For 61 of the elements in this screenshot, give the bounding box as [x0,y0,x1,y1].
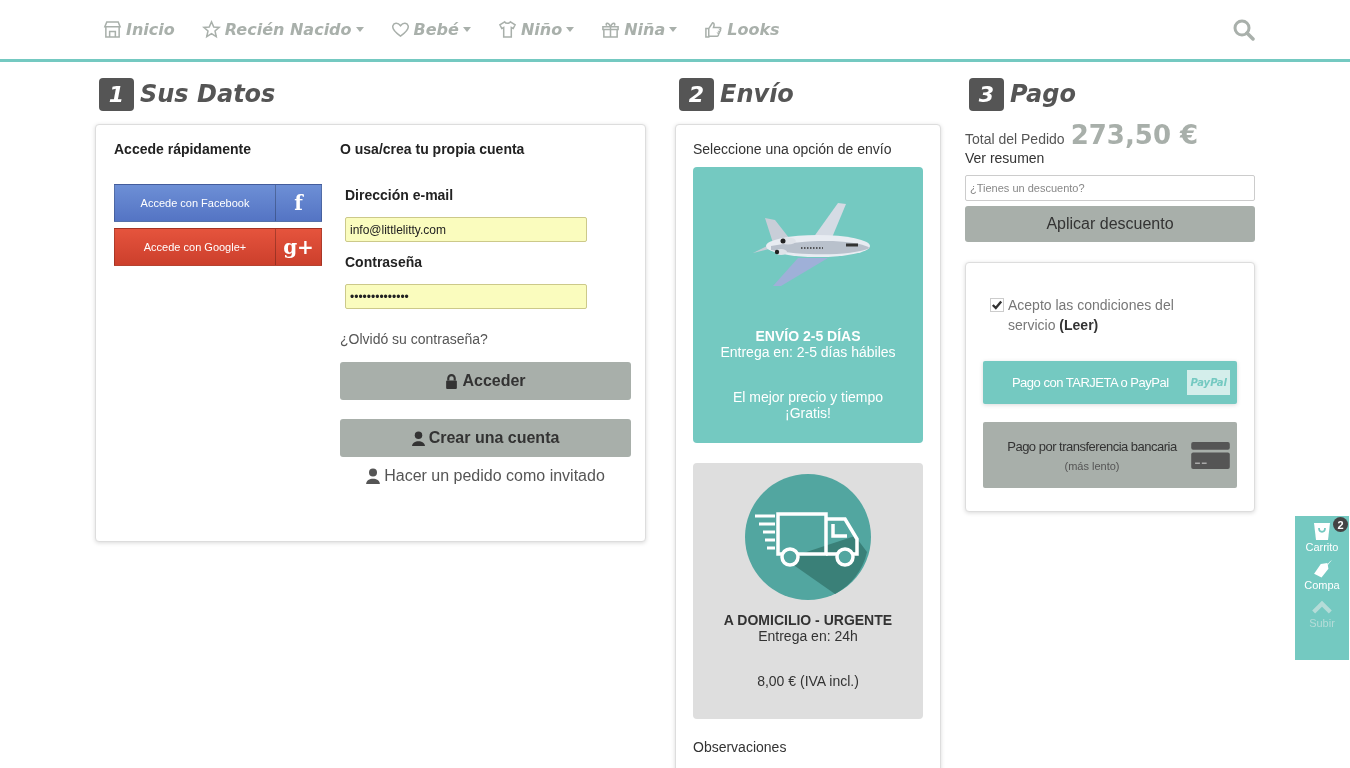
thumbs-up-icon [704,20,724,39]
caret-icon [566,27,575,32]
view-summary-link[interactable]: Ver resumen [965,150,1255,166]
user-icon [411,430,425,446]
field-label: Dirección e-mail [345,187,455,205]
shipping-price: ¡Gratis! [784,405,832,421]
terms-text: Acepto las condiciones del servicio (Leer) [1008,296,1175,335]
notes-label: Observaciones [693,739,788,755]
step-title: Envío [720,80,794,108]
login-button[interactable]: Acceder [340,362,631,400]
discount-field[interactable]: ¿Tienes un descuento? [965,175,1255,201]
step-number: 3 [969,77,1004,111]
caret-icon [462,27,471,32]
gift-icon [601,20,621,39]
star-icon [201,20,221,39]
credit-card-icon [1191,441,1230,469]
shirt-icon [497,20,517,39]
total-label: Total del Pedido [965,131,1065,147]
field-label: Contraseña [345,254,424,272]
caret-icon [355,27,364,32]
delivery-time: Entrega en: 2-5 días hábiles [720,344,896,360]
nav-link[interactable]: Niño [497,20,575,39]
nav-link[interactable]: Looks [704,20,780,39]
email-field[interactable]: info@littlelitty.com [345,217,587,242]
shopping-bag-icon [1312,521,1332,541]
password-field[interactable]: •••••••••••••• [345,284,587,309]
nav-link[interactable]: Inicio [103,20,175,39]
social-login-button[interactable]: Accede con Facebook f [114,184,322,222]
nav-link[interactable]: Bebé [390,20,471,39]
step-title: Pago [1010,80,1076,108]
cart-count-badge: 2 [1333,517,1348,532]
apply-discount-button[interactable]: Aplicar descuento [965,206,1255,242]
terms-checkbox[interactable] [990,298,1004,312]
payment-method-button[interactable]: Pago por transferencia bancaria (más lento) [983,422,1237,488]
social-login-button[interactable]: Accede con Google+ g+ [114,228,322,266]
step-number: 2 [679,77,714,111]
order-total: 273,50 € [1070,120,1199,150]
shipping-prompt: Seleccione una opción de envío [693,141,893,157]
shipping-title: A DOMICILIO - URGENTE [723,612,893,628]
delivery-time: Entrega en: 24h [758,628,858,644]
shipping-title: ENVÍO 2-5 DÍAS [755,328,861,344]
shipping-option[interactable]: A DOMICILIO - URGENTE Entrega en: 24h 8,00 € (IVA incl.) [693,463,923,719]
nav-link[interactable]: Niña [601,20,678,39]
lock-icon [445,373,459,389]
store-icon [103,20,122,39]
forgot-password-link[interactable]: ¿Olvidó su contraseña? [340,331,631,351]
paypal-badge: PayPal [1187,370,1230,395]
step-title: Sus Datos [140,80,276,108]
step-number: 1 [99,77,134,111]
section-heading: O usa/crea tu propia cuenta [340,141,526,159]
shipping-price: El mejor precio y tiempo [732,389,884,405]
section-heading: Accede rápidamente [114,141,252,159]
price-tag-icon [1312,559,1332,579]
user-icon [366,468,381,484]
heart-icon [390,20,410,39]
caret-icon [669,27,678,32]
guest-order-link[interactable]: Hacer un pedido como invitado [366,467,605,485]
nav-link[interactable]: Recién Nacido [201,20,364,39]
create-account-button[interactable]: Crear una cuenta [340,419,631,457]
delivery-truck-icon [745,474,871,600]
shipping-price: 8,00 € (IVA incl.) [757,673,859,689]
